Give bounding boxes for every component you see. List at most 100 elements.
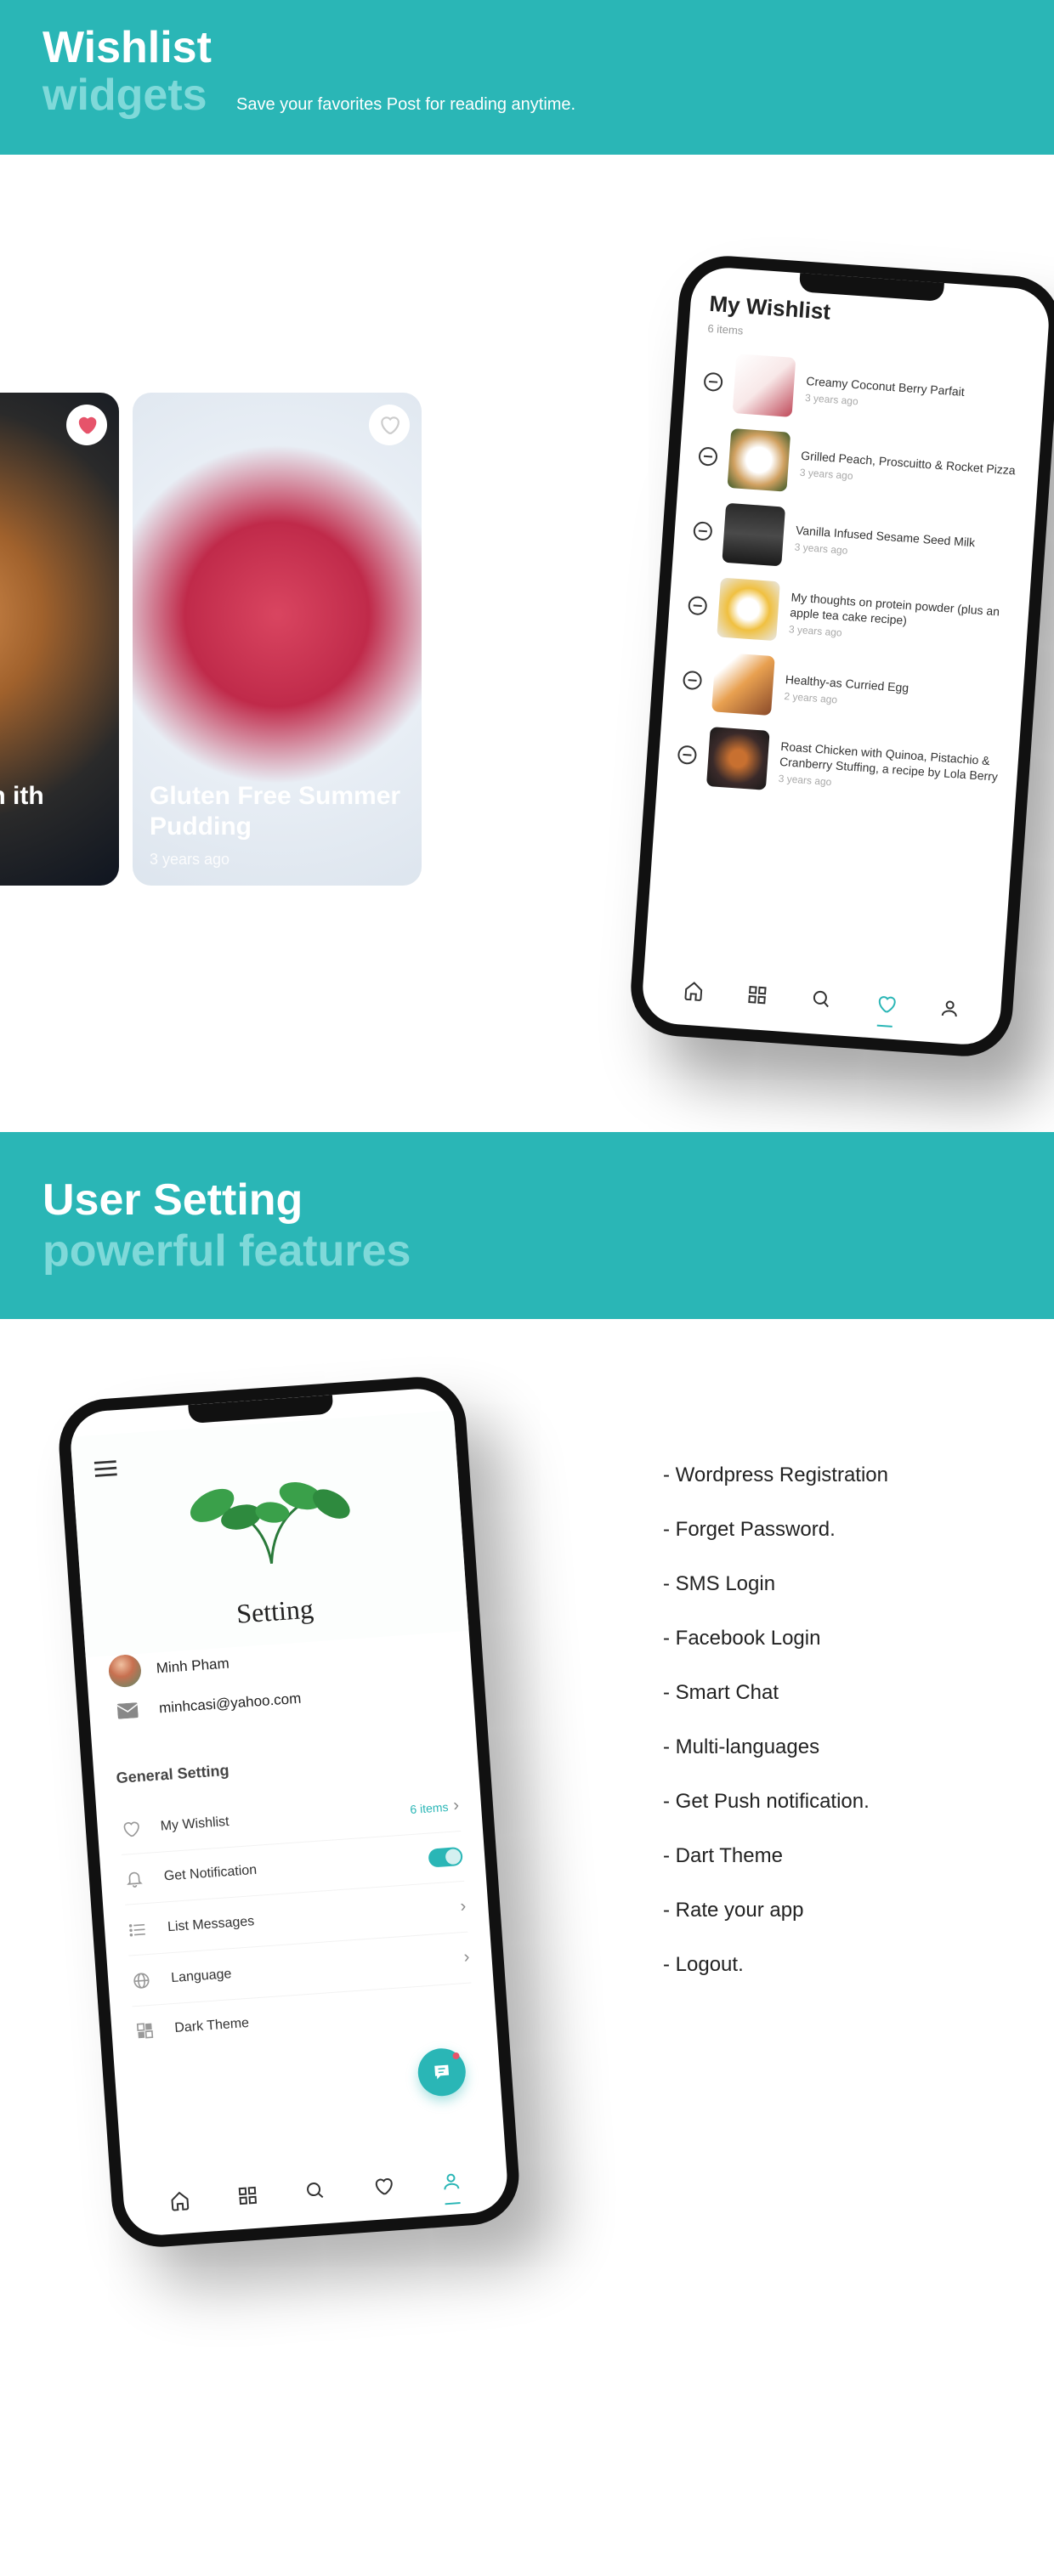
recipe-thumbnail [733,354,796,417]
list-icon [126,1919,149,1939]
banner-title: User Setting [42,1175,1012,1226]
recipe-thumbnail [722,503,785,567]
home-icon [169,2189,191,2211]
grid-icon [237,2185,259,2207]
remove-button[interactable] [677,745,697,765]
grid-icon [747,984,769,1006]
heart-icon [76,414,98,436]
tab-search[interactable] [811,988,833,1015]
tab-wishlist[interactable] [875,993,897,1019]
tab-wishlist[interactable] [372,2176,394,2202]
tab-grid[interactable] [746,984,768,1011]
section-2-body: Setting Minh Pham minhcasi@yahoo.com Gen… [0,1319,1054,2466]
option-badge: 6 items › [410,1796,460,1819]
wishlist-meta: Vanilla Infused Sesame Seed Milk 3 years… [794,522,1015,568]
card-ago: years ago [0,851,102,869]
recipe-thumbnail [711,652,775,716]
tab-home[interactable] [683,980,705,1006]
card-caption: Gluten Free Summer Pudding 3 years ago [150,781,405,869]
remove-button[interactable] [693,521,712,541]
heart-icon [119,1819,142,1839]
menu-button[interactable] [94,1459,118,1482]
section-1-body: oast Chicken ith Quinoa, … years ago Glu… [0,155,1054,1132]
globe-icon [130,1970,153,1990]
wishlist-row[interactable]: Roast Chicken with Quinoa, Pistachio & C… [676,725,1000,807]
card-ago: 3 years ago [150,851,405,869]
user-email-row[interactable]: minhcasi@yahoo.com [111,1679,451,1720]
feature-item: - Logout. [663,1953,1012,1977]
feature-item: - Wordpress Registration [663,1464,1012,1487]
remove-button[interactable] [683,671,702,690]
feature-item: - SMS Login [663,1572,1012,1596]
banner-subtitle: powerful features [42,1226,1012,1277]
tab-grid[interactable] [237,2185,259,2211]
heart-icon [372,2176,394,2198]
wishlist-row[interactable]: Vanilla Infused Sesame Seed Milk 3 years… [691,501,1016,582]
option-label: Dark Theme [174,2000,473,2036]
recipe-card[interactable]: Gluten Free Summer Pudding 3 years ago [133,393,422,886]
phone-notch [799,273,944,302]
wishlist-meta: My thoughts on protein powder (plus an a… [789,589,1011,650]
option-label: List Messages [167,1900,442,1935]
wishlist-meta: Healthy-as Curried Egg 2 years ago [784,671,1005,717]
notification-toggle[interactable] [428,1847,462,1868]
wishlist-row[interactable]: Creamy Coconut Berry Parfait 3 years ago [702,352,1027,433]
wishlist-phone-mockup: My Wishlist 6 items Creamy Coconut Berry… [627,252,1054,1059]
heart-icon [378,414,400,436]
chat-fab[interactable] [416,2047,468,2098]
heart-icon [875,993,897,1015]
theme-icon [133,2021,156,2041]
search-icon [304,2180,326,2202]
option-label: Get Notification [163,1852,411,1884]
settings-banner: User Setting powerful features [0,1132,1054,1319]
remove-button[interactable] [698,446,717,466]
wishlist-meta: Grilled Peach, Proscuitto & Rocket Pizza… [799,448,1020,494]
user-icon [440,2171,462,2193]
option-label: Language [171,1951,446,1986]
card-caption: oast Chicken ith Quinoa, … years ago [0,781,102,869]
remove-button[interactable] [688,596,707,615]
tab-bar [145,2169,486,2217]
home-icon [683,980,705,1002]
recipe-thumbnail [717,578,780,642]
feature-item: - Dart Theme [663,1844,1012,1868]
settings-hero: Setting [71,1410,469,1657]
plant-illustration [172,1459,366,1574]
chevron-right-icon: › [453,1796,460,1815]
tab-profile[interactable] [440,2171,462,2197]
feature-item: - Facebook Login [663,1627,1012,1650]
card-title: Gluten Free Summer Pudding [150,781,405,842]
tab-profile[interactable] [938,998,960,1024]
feature-item: - Forget Password. [663,1518,1012,1542]
general-setting-header: General Setting [116,1746,456,1787]
settings-title: Setting [82,1582,468,1640]
feature-item: - Rate your app [663,1899,1012,1922]
wishlist-row[interactable]: Healthy-as Curried Egg 2 years ago [681,650,1006,732]
tab-home[interactable] [169,2189,191,2216]
recipe-thumbnail [706,727,770,790]
wishlist-row[interactable]: My thoughts on protein powder (plus an a… [686,575,1011,657]
wishlist-meta: Creamy Coconut Berry Parfait 3 years ago [805,373,1026,419]
tab-bar [660,978,983,1025]
wishlist-row[interactable]: Grilled Peach, Proscuitto & Rocket Pizza… [697,426,1022,507]
hamburger-icon [94,1459,117,1478]
favorite-button[interactable] [369,405,410,445]
remove-button[interactable] [703,372,722,392]
wishlist-banner: Wishlist widgets Save your favorites Pos… [0,0,1054,155]
search-icon [811,988,833,1011]
feature-item: - Smart Chat [663,1681,1012,1705]
settings-phone-mockup: Setting Minh Pham minhcasi@yahoo.com Gen… [56,1373,523,2250]
favorite-button[interactable] [66,405,107,445]
wishlist-meta: Roast Chicken with Quinoa, Pistachio & C… [778,739,1000,800]
banner-title: Wishlist [42,25,1012,70]
email-icon [111,1702,144,1720]
chat-icon [431,2061,453,2083]
user-icon [939,998,961,1020]
features-list: - Wordpress Registration - Forget Passwo… [663,1464,1012,2007]
tab-search[interactable] [304,2180,326,2206]
recipe-card-row: oast Chicken ith Quinoa, … years ago Glu… [0,393,422,886]
chevron-right-icon: › [463,1948,470,1967]
banner-subtitle: widgets [42,71,207,120]
recipe-card[interactable]: oast Chicken ith Quinoa, … years ago [0,393,119,886]
feature-item: - Get Push notification. [663,1790,1012,1814]
